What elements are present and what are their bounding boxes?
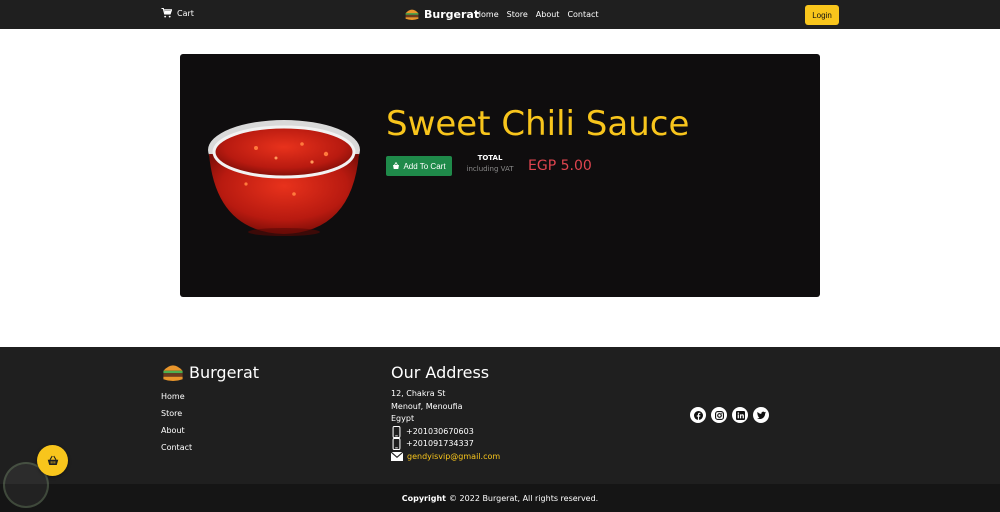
footer-link-about[interactable]: About	[161, 426, 192, 435]
burger-icon	[405, 9, 419, 20]
phone-number: +201091734337	[406, 439, 474, 448]
basket-icon	[47, 455, 58, 465]
mail-icon	[391, 452, 403, 462]
footer-brand[interactable]: Burgerat	[161, 360, 259, 384]
phone-icon	[392, 438, 401, 451]
add-to-cart-button[interactable]: Add To Cart	[386, 156, 452, 176]
nav-cart-label: Cart	[177, 8, 194, 18]
product-title: Sweet Chili Sauce	[386, 104, 690, 144]
basket-icon	[393, 162, 400, 169]
phone-number: +201030670603	[406, 426, 474, 436]
address-title: Our Address	[391, 363, 490, 382]
add-to-cart-label: Add To Cart	[403, 161, 446, 171]
email-row: gendyisvip@gmail.com	[391, 451, 500, 464]
total-vat-note: including VAT	[466, 165, 514, 173]
floating-cart-button[interactable]	[37, 445, 68, 476]
cart-icon	[161, 8, 172, 18]
linkedin-icon[interactable]	[732, 407, 748, 423]
phone-row: +201030670603	[391, 425, 500, 439]
address-line: Menouf, Menoufia	[391, 401, 463, 411]
address-line: 12, Chakra St	[391, 389, 446, 398]
footer: Burgerat Home Store About Contact Our Ad…	[0, 347, 1000, 484]
footer-links: Home Store About Contact	[161, 392, 192, 452]
footer-brand-name: Burgerat	[189, 362, 260, 382]
copyright-label: Copyright	[401, 493, 446, 503]
copyright-bar: Copyright © 2022 Burgerat, All rights re…	[0, 484, 1000, 512]
twitter-icon[interactable]	[753, 407, 769, 423]
email-link[interactable]: gendyisvip@gmail.com	[407, 451, 500, 464]
phone-icon	[392, 425, 401, 438]
facebook-icon[interactable]	[690, 407, 706, 423]
phone-row: +201091734337	[391, 438, 500, 451]
nav-links: Home Store About Contact	[475, 10, 599, 19]
footer-link-store[interactable]: Store	[161, 409, 192, 418]
nav-brand[interactable]: Burgerat	[404, 6, 479, 22]
nav-link-contact[interactable]: Contact	[567, 10, 598, 19]
nav-link-store[interactable]: Store	[507, 10, 528, 19]
copyright-text: © 2022 Burgerat, All rights reserved.	[449, 493, 599, 503]
social-links	[690, 407, 769, 423]
burger-icon	[163, 365, 183, 381]
address-line: Egypt	[391, 414, 415, 423]
nav-brand-name: Burgerat	[424, 7, 480, 21]
nav-cart-link[interactable]: Cart	[161, 8, 194, 18]
total-block: TOTAL including VAT	[460, 154, 520, 173]
footer-link-contact[interactable]: Contact	[161, 443, 192, 452]
product-card: Sweet Chili Sauce Add To Cart TOTAL incl…	[180, 54, 820, 297]
footer-link-home[interactable]: Home	[161, 392, 192, 401]
navbar: Cart Burgerat Home Store About Contact L…	[0, 0, 1000, 29]
product-image	[208, 120, 360, 236]
login-button[interactable]: Login	[805, 5, 839, 25]
nav-link-home[interactable]: Home	[475, 10, 499, 19]
instagram-icon[interactable]	[711, 407, 727, 423]
address-block: 12, Chakra St Menouf, Menoufia Egypt +20…	[391, 388, 500, 463]
product-price: EGP 5.00	[528, 158, 592, 174]
nav-link-about[interactable]: About	[536, 10, 560, 19]
total-label: TOTAL	[477, 154, 503, 162]
